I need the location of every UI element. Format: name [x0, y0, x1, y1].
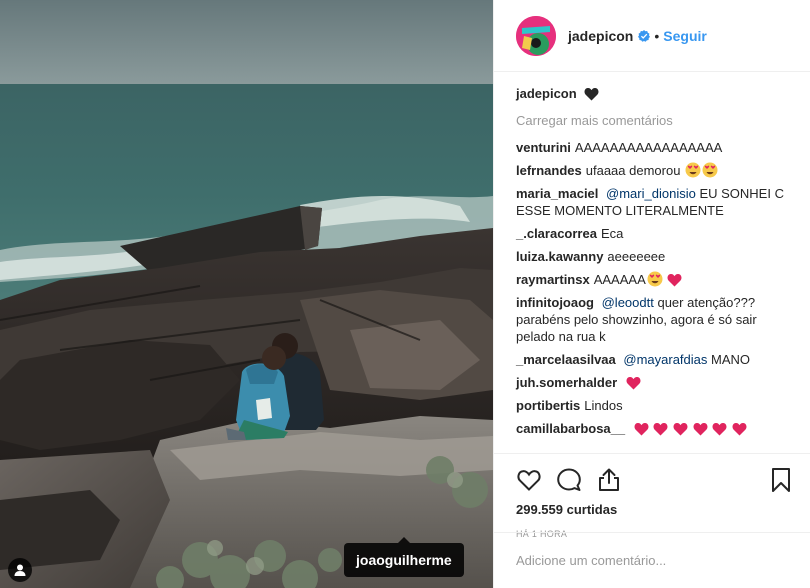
comment-username[interactable]: _.claracorrea [516, 226, 597, 241]
comment-username[interactable]: infinitojoaog [516, 295, 594, 310]
load-more-comments-link[interactable]: Carregar mais comentários [516, 112, 794, 129]
black-heart-emoji [584, 87, 599, 100]
comment-username[interactable]: _marcelaasilvaa [516, 352, 616, 367]
red-heart-emoji [626, 376, 641, 390]
comment-item: venturini AAAAAAAAAAAAAAAAA [516, 139, 794, 156]
comment-item: infinitojoaog @leoodtt quer atenção??? p… [516, 294, 794, 345]
post-header: jadepicon • Seguir [494, 0, 810, 72]
heart-eyes-emoji [647, 271, 663, 287]
red-heart-emoji [634, 422, 649, 436]
couple-on-rocks-by-sea-image [0, 0, 493, 588]
post-actions: 299.559 curtidas HÁ 1 HORA [494, 453, 810, 539]
comment-item: raymartinsx AAAAAA [516, 271, 794, 288]
post-caption: jadepicon [516, 83, 794, 102]
save-button[interactable] [768, 467, 794, 493]
comment-mention[interactable]: @leoodtt [602, 295, 654, 310]
user-tags-button[interactable] [8, 558, 32, 582]
comment-username[interactable]: venturini [516, 140, 571, 155]
comment-mention[interactable]: @mari_dionisio [606, 186, 696, 201]
comment-username[interactable]: raymartinsx [516, 272, 590, 287]
heart-outline-icon [517, 470, 541, 491]
comment-username[interactable]: luiza.kawanny [516, 249, 603, 264]
post-details-panel: jadepicon • Seguir jadepicon Carregar ma… [493, 0, 810, 588]
comment-text: AAAAAA [593, 272, 646, 287]
red-heart-emoji [673, 422, 688, 436]
comment-bubble-icon [557, 468, 581, 491]
red-heart-emoji [732, 422, 747, 436]
comment-item: _marcelaasilvaa @mayarafdias MANO [516, 351, 794, 368]
post-photo[interactable]: joaoguilherme [0, 0, 493, 588]
comment-username[interactable]: camillabarbosa__ [516, 421, 625, 436]
avatar[interactable] [516, 15, 556, 56]
red-heart-emoji [693, 422, 708, 436]
heart-eyes-emoji [685, 162, 701, 178]
comment-text: ufaaaa demorou [585, 163, 681, 178]
caption-username[interactable]: jadepicon [516, 85, 577, 102]
comment-username[interactable]: portibertis [516, 398, 580, 413]
comment-item: _.claracorrea Eca [516, 225, 794, 242]
author-username[interactable]: jadepicon [568, 28, 633, 44]
share-button[interactable] [596, 467, 622, 493]
comment-text: MANO [711, 352, 751, 367]
comment-item: camillabarbosa__ [516, 420, 794, 437]
red-heart-emoji [667, 273, 682, 287]
comment-username[interactable]: lefrnandes [516, 163, 582, 178]
comment-mention[interactable]: @mayarafdias [623, 352, 707, 367]
comment-item: luiza.kawanny aeeeeeee [516, 248, 794, 265]
comment-text: Lindos [584, 398, 623, 413]
bookmark-icon [772, 468, 790, 492]
comment-item: portibertis Lindos [516, 397, 794, 414]
red-heart-emoji [653, 422, 668, 436]
comments-list: jadepicon Carregar mais comentários vent… [494, 73, 810, 453]
comment-item: juh.somerhalder [516, 374, 794, 391]
red-heart-emoji [712, 422, 727, 436]
comment-item: lefrnandes ufaaaa demorou [516, 162, 794, 179]
action-icons-row [516, 460, 794, 500]
like-button[interactable] [516, 467, 542, 493]
comment-text: aeeeeeee [607, 249, 666, 264]
add-comment-bar [494, 532, 810, 588]
comment-username[interactable]: maria_maciel [516, 186, 598, 201]
avatar-image [516, 15, 556, 56]
tagged-user-label[interactable]: joaoguilherme [344, 537, 464, 577]
verified-badge-icon [638, 29, 651, 42]
comment-username[interactable]: juh.somerhalder [516, 375, 617, 390]
follow-button[interactable]: Seguir [663, 28, 707, 44]
likes-count[interactable]: 299.559 curtidas [516, 502, 794, 517]
person-tag-icon [14, 564, 26, 576]
comment-button[interactable] [556, 467, 582, 493]
instagram-post-modal: joaoguilherme jadepicon • Seguir jadepic… [0, 0, 810, 588]
share-upload-icon [599, 468, 619, 491]
heart-eyes-emoji [702, 162, 718, 178]
separator-dot: • [654, 27, 660, 44]
comment-item: maria_maciel @mari_dionisio EU SONHEI C … [516, 185, 794, 219]
comment-text: Eca [600, 226, 624, 241]
comment-input[interactable] [516, 553, 794, 568]
comment-text: AAAAAAAAAAAAAAAAA [574, 140, 723, 155]
